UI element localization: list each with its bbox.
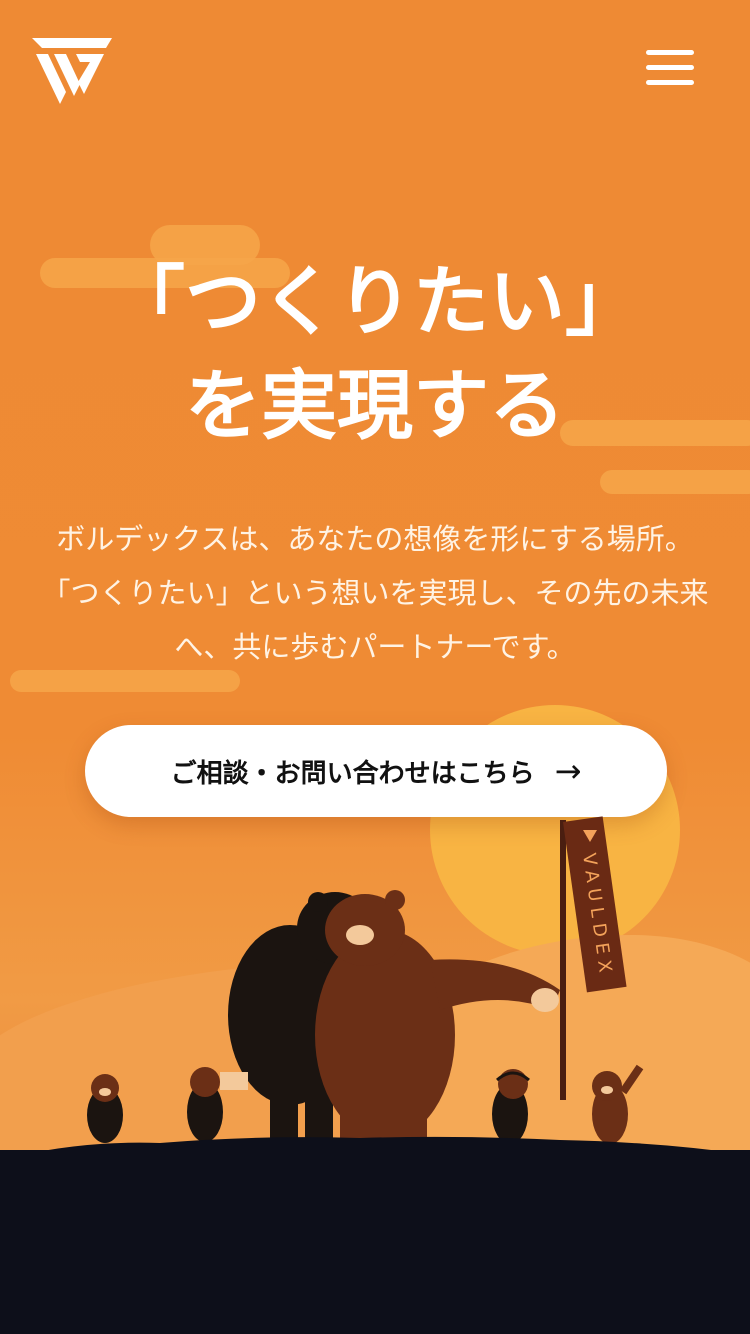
hero-title-line-1: 「つくりたい」 [109, 257, 641, 346]
hero-section: 「つくりたい」 を実現する ボルデックスは、あなたの想像を形にする場所。 「つく… [0, 0, 750, 1334]
ground [0, 1150, 750, 1334]
small-bear [87, 1074, 123, 1143]
bear-illustration: VAULDEX [0, 816, 750, 1170]
small-bear [492, 1069, 530, 1144]
menu-bar [646, 65, 694, 70]
vauldex-logo-icon[interactable] [32, 36, 112, 108]
arrow-right-icon: → [554, 752, 582, 790]
cloud [600, 470, 750, 494]
contact-button-label: ご相談・お問い合わせはこちら [170, 758, 535, 789]
flag: VAULDEX [560, 816, 627, 1100]
hero-title: 「つくりたい」 を実現する [0, 250, 750, 458]
contact-button[interactable]: ご相談・お問い合わせはこちら → [85, 725, 667, 817]
hero-description: ボルデックスは、あなたの想像を形にする場所。 「つくりたい」という想いを実現し、… [41, 522, 709, 664]
hero-title-line-2: を実現する [185, 361, 565, 450]
small-bear [187, 1067, 248, 1142]
menu-bar [646, 50, 694, 55]
menu-bar [646, 80, 694, 85]
hamburger-menu-icon[interactable] [642, 50, 698, 94]
small-bear [592, 1064, 644, 1144]
